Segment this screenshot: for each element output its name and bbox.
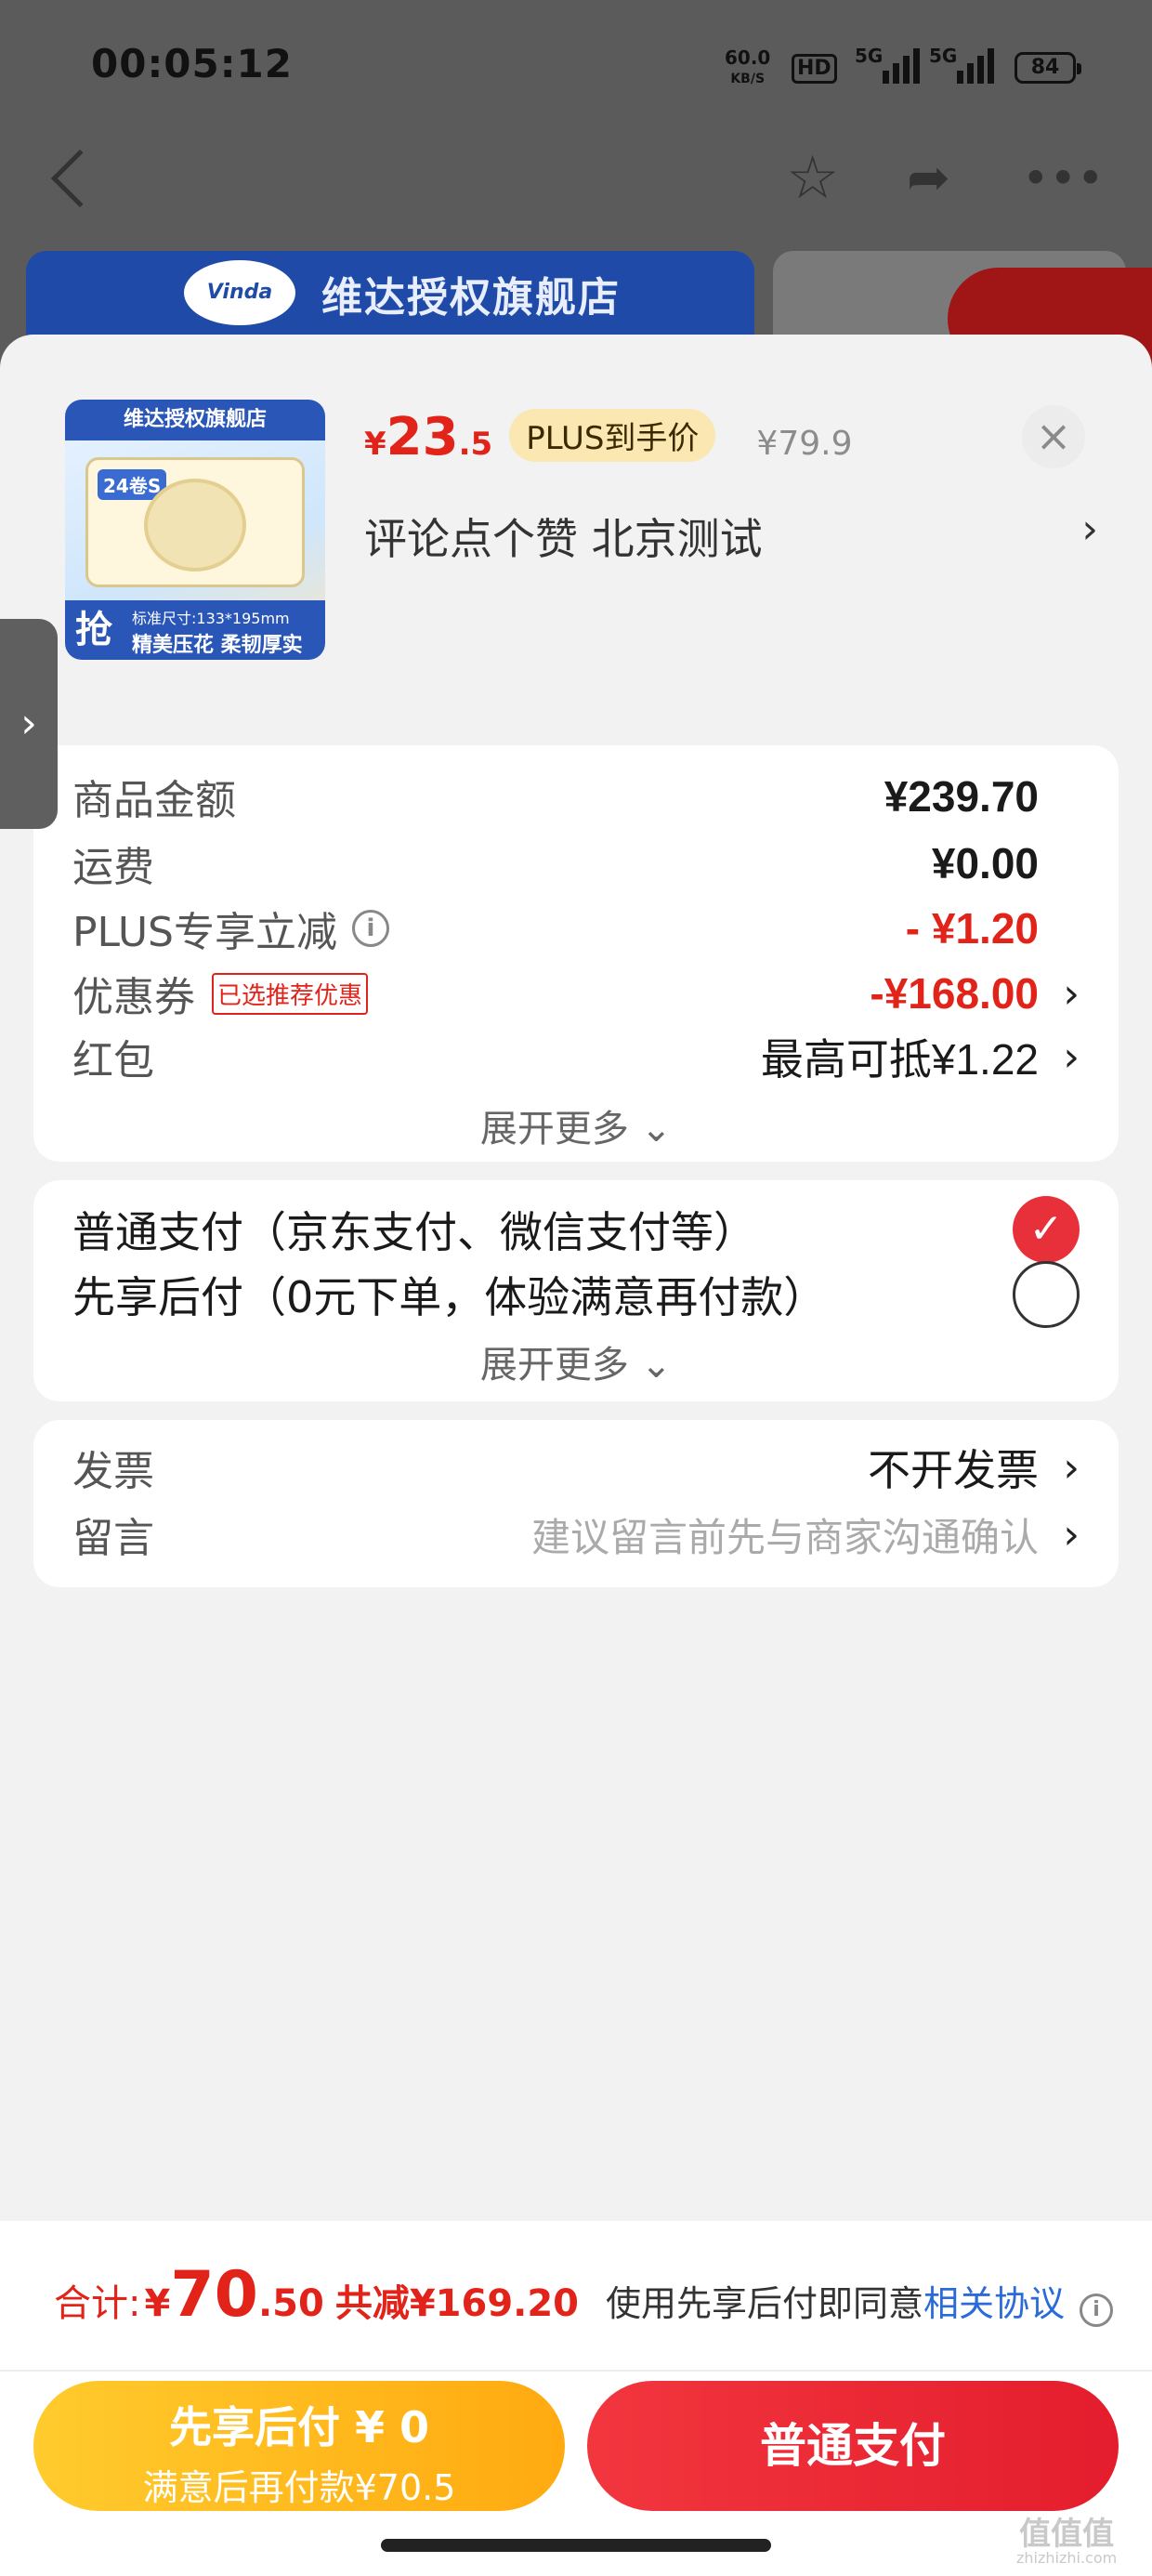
plus-discount-row: PLUS专享立减 i - ¥1.20 xyxy=(72,896,1080,961)
extras-card: 发票 不开发票 › 留言 建议留言前先与商家沟通确认 › xyxy=(33,1420,1119,1587)
signal-bars-icon xyxy=(883,46,920,84)
watermark: 值值值 zhizhizhi.com xyxy=(1016,2518,1117,2567)
product-image-qiang: 抢 xyxy=(65,600,123,660)
close-button[interactable]: × xyxy=(1022,405,1085,468)
chevron-right-icon: › xyxy=(1063,969,1080,1018)
more-icon[interactable]: ••• xyxy=(1022,149,1104,208)
red-packet-value: 最高可抵¥1.22 xyxy=(760,1035,1039,1084)
coupon-row[interactable]: 优惠券 已选推荐优惠 -¥168.00 › xyxy=(72,961,1080,1026)
message-row[interactable]: 留言 建议留言前先与商家沟通确认 › xyxy=(72,1502,1080,1567)
payment-option-later-label: 先享后付（0元下单，体验满意再付款） xyxy=(72,1272,827,1322)
product-image-store: 维达授权旗舰店 xyxy=(65,400,325,440)
agreement-link[interactable]: 相关协议 xyxy=(923,2283,1065,2324)
info-icon[interactable]: i xyxy=(1080,2293,1113,2327)
battery-icon: 84 xyxy=(1015,52,1081,84)
goods-amount-row: 商品金额 ¥239.70 xyxy=(72,764,1080,829)
status-time: 00:05:12 xyxy=(91,41,293,86)
product-package: 24卷S xyxy=(85,457,305,587)
payment-option-normal-label: 普通支付（京东支付、微信支付等） xyxy=(72,1207,756,1257)
plus-price-badge: PLUS到手价 xyxy=(509,409,716,462)
agreement-prefix: 使用先享后付即同意 xyxy=(605,2283,923,2324)
coupon-value: -¥168.00 xyxy=(870,969,1039,1018)
spec-text: 评论点个赞 北京测试 xyxy=(364,514,763,564)
store-name: 维达授权旗舰店 xyxy=(321,274,621,322)
red-packet-row[interactable]: 红包 最高可抵¥1.22 › xyxy=(72,1024,1080,1089)
chevron-right-icon: › xyxy=(1063,1510,1080,1558)
shipping-label: 运费 xyxy=(72,844,154,891)
watermark-sub: zhizhizhi.com xyxy=(1016,2549,1118,2567)
chevron-right-icon: › xyxy=(1081,506,1098,553)
red-packet-label: 红包 xyxy=(72,1037,154,1084)
product-image: 维达授权旗舰店 24卷S 抢 标准尺寸:133*195mm 精美压花 柔韧厚实 xyxy=(65,400,325,660)
signal-label-1: 5G xyxy=(855,45,884,67)
page-background: 00:05:12 60.0 KB/S HD 5G 5G 84 ☆ ➦ ••• V… xyxy=(0,0,1152,390)
original-price: ¥79.9 xyxy=(756,425,853,463)
price-currency: ¥ xyxy=(364,426,386,463)
store-logo: Vinda xyxy=(184,260,295,325)
shipping-row: 运费 ¥0.00 xyxy=(72,831,1080,896)
network-speed: 60.0 KB/S xyxy=(725,48,770,88)
cost-card: 商品金额 ¥239.70 运费 ¥0.00 PLUS专享立减 i - ¥1.20… xyxy=(33,745,1119,1162)
watermark-main: 值值值 xyxy=(1019,2516,1115,2553)
shipping-value: ¥0.00 xyxy=(931,839,1039,887)
goods-amount-value: ¥239.70 xyxy=(884,772,1039,821)
invoice-value: 不开发票 xyxy=(868,1445,1039,1495)
home-indicator[interactable] xyxy=(381,2539,771,2552)
plus-discount-value: - ¥1.20 xyxy=(905,904,1039,953)
info-icon[interactable]: i xyxy=(352,910,389,947)
total-saving: 共减¥169.20 xyxy=(334,2282,580,2325)
share-icon[interactable]: ➦ xyxy=(907,149,950,208)
status-bar: 00:05:12 60.0 KB/S HD 5G 5G 84 xyxy=(0,0,1152,130)
chevron-right-icon: › xyxy=(1063,1443,1080,1492)
unchecked-radio-icon[interactable] xyxy=(1013,1261,1080,1328)
payment-card: 普通支付（京东支付、微信支付等） ✓ 先享后付（0元下单，体验满意再付款） 展开… xyxy=(33,1180,1119,1401)
side-expand-tab[interactable]: › xyxy=(0,619,58,829)
expand-more-costs[interactable]: 展开更多 ⌄ xyxy=(33,1098,1119,1152)
product-image-slogan: 精美压花 柔韧厚实 xyxy=(132,634,303,657)
payment-option-later[interactable]: 先享后付（0元下单，体验满意再付款） xyxy=(72,1261,1080,1328)
spec-selector[interactable]: 评论点个赞 北京测试 › xyxy=(364,506,1098,564)
product-image-spec: 标准尺寸:133*195mm xyxy=(132,610,290,627)
price-decimal: .5 xyxy=(458,426,493,463)
invoice-row[interactable]: 发票 不开发票 › xyxy=(72,1435,1080,1500)
product-image-footer: 标准尺寸:133*195mm 精美压花 柔韧厚实 xyxy=(123,600,325,660)
divider xyxy=(0,2370,1152,2372)
price-row: ¥23.5 PLUS到手价 ¥79.9 xyxy=(364,407,853,467)
message-label: 留言 xyxy=(72,1515,154,1562)
network-speed-value: 60.0 xyxy=(725,46,771,69)
chevron-right-icon: › xyxy=(1063,1032,1080,1081)
bottom-bar: 合计: ¥70.50 共减¥169.20 使用先享后付即同意相关协议 i 先享后… xyxy=(0,2221,1152,2576)
star-icon[interactable]: ☆ xyxy=(786,149,839,208)
price-integer: 23 xyxy=(386,407,459,467)
total-decimal: .50 xyxy=(257,2282,324,2325)
pay-later-button[interactable]: 先享后付 ¥ 0 满意后再付款¥70.5 xyxy=(33,2381,565,2511)
pay-later-line1: 先享后付 ¥ 0 xyxy=(168,2402,430,2452)
total-integer: 70 xyxy=(170,2258,258,2332)
plus-discount-label: PLUS专享立减 xyxy=(72,909,337,956)
checked-icon[interactable]: ✓ xyxy=(1013,1196,1080,1263)
signal-label-2: 5G xyxy=(929,45,958,67)
total-label: 合计: xyxy=(54,2282,141,2325)
signal-bars-icon-2 xyxy=(957,46,994,84)
hd-icon: HD xyxy=(792,54,837,84)
agreement-text: 使用先享后付即同意相关协议 xyxy=(606,2275,1065,2326)
goods-amount-label: 商品金额 xyxy=(72,777,236,824)
total-row: 合计: ¥70.50 共减¥169.20 使用先享后付即同意相关协议 i xyxy=(54,2258,1113,2351)
invoice-label: 发票 xyxy=(72,1448,154,1495)
tissue-roll-icon xyxy=(144,479,246,572)
pay-later-line2: 满意后再付款¥70.5 xyxy=(142,2467,456,2508)
message-input[interactable]: 建议留言前先与商家沟通确认 xyxy=(531,1506,1039,1563)
plus-price: ¥23.5 xyxy=(364,407,492,467)
coupon-label: 优惠券 xyxy=(72,974,195,1021)
back-arrow-icon[interactable] xyxy=(50,149,110,208)
coupon-tag: 已选推荐优惠 xyxy=(212,972,369,1015)
network-speed-unit: KB/S xyxy=(730,72,766,86)
normal-pay-button[interactable]: 普通支付 xyxy=(587,2381,1119,2511)
expand-more-payment[interactable]: 展开更多 ⌄ xyxy=(33,1334,1119,1388)
total-currency: ¥ xyxy=(144,2282,171,2325)
top-navbar: ☆ ➦ ••• xyxy=(0,139,1152,232)
payment-option-normal[interactable]: 普通支付（京东支付、微信支付等） ✓ xyxy=(72,1196,1080,1263)
